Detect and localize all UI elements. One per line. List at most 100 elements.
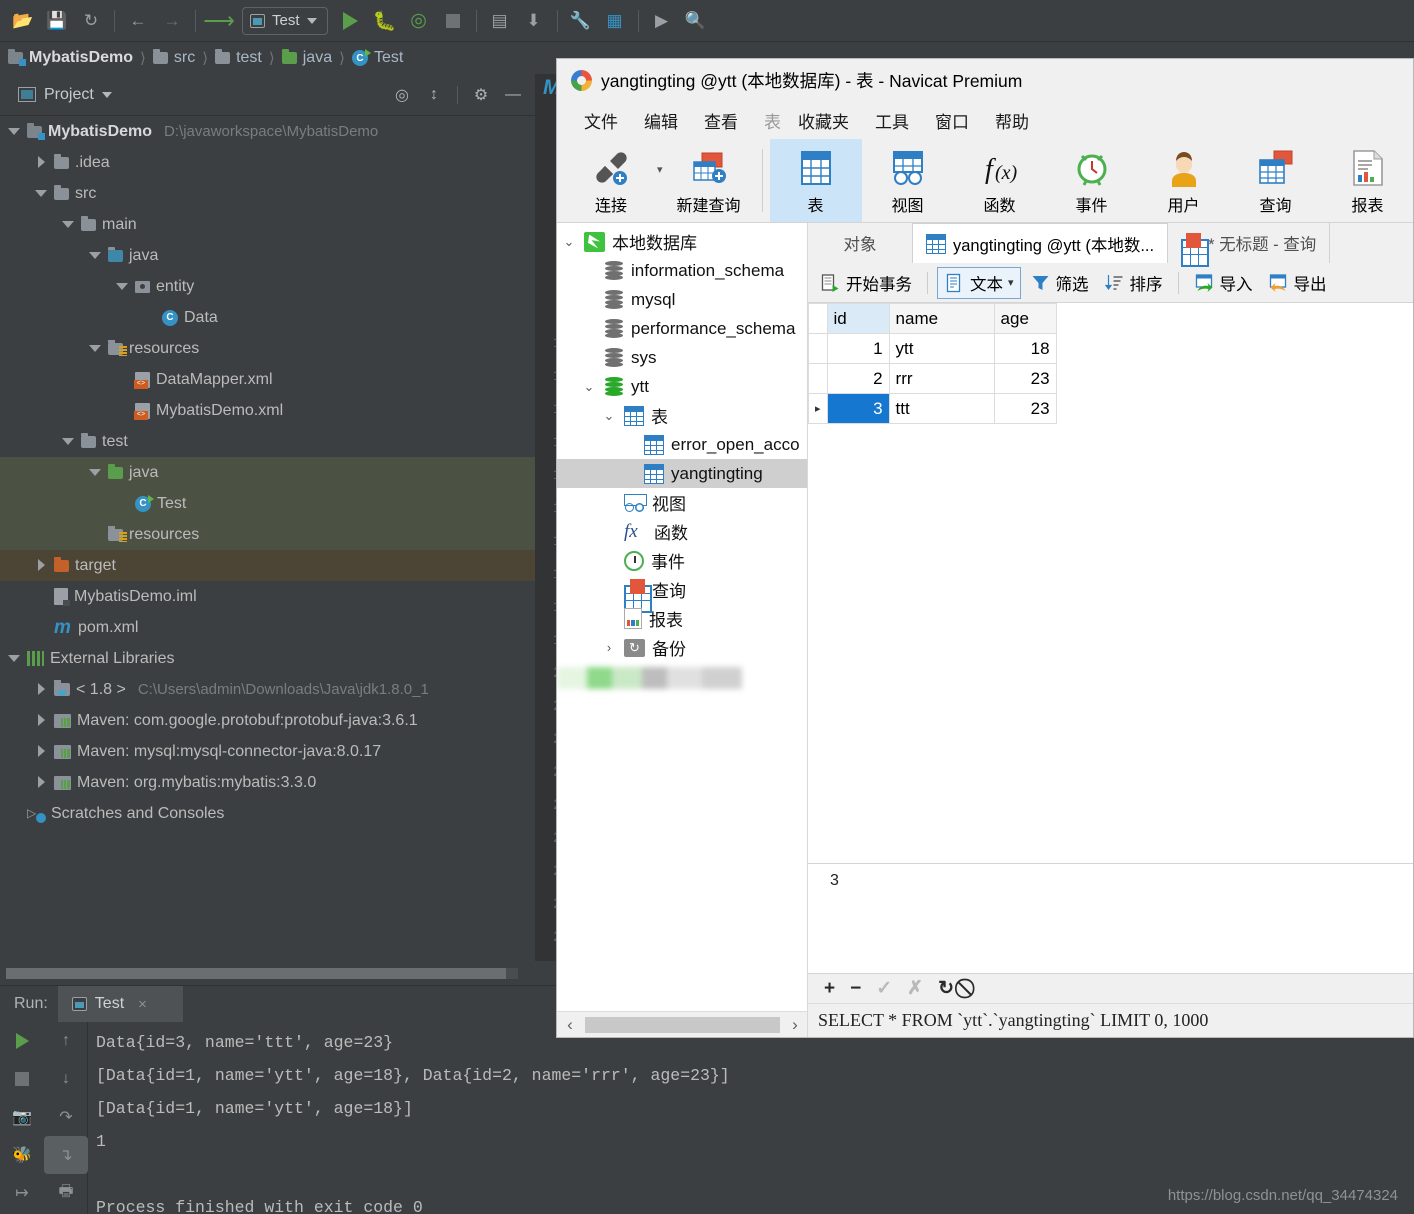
tree-node[interactable]: mpom.xml — [0, 612, 535, 643]
cell-name[interactable]: ytt — [889, 334, 994, 364]
tree-node[interactable]: External Libraries — [0, 643, 535, 674]
table-row[interactable]: 1ytt18 — [809, 334, 1057, 364]
menu-item[interactable]: 帮助 — [982, 108, 1042, 133]
data-grid-area[interactable]: idnameage1ytt182rrr23▸3ttt23 — [808, 303, 1413, 863]
navicat-database-tree-panel[interactable]: ⌄本地数据库information_schemamysqlperformance… — [557, 223, 808, 1037]
tab-objects[interactable]: 对象 — [808, 223, 913, 263]
soft-wrap-icon[interactable]: ↷ — [44, 1098, 88, 1136]
tree-node[interactable]: CTest — [0, 488, 535, 519]
tree-twisty-down-icon[interactable] — [89, 342, 102, 355]
navicat-menu-bar[interactable]: 文件编辑查看表收藏夹工具窗口帮助 — [557, 101, 1413, 139]
tree-node[interactable]: DataMapper.xml — [0, 364, 535, 395]
menu-item[interactable]: 查看 — [691, 108, 751, 133]
menu-item[interactable]: 窗口 — [922, 108, 982, 133]
tab-table-data[interactable]: yangtingting @ytt (本地数... — [913, 223, 1168, 263]
cancel-icon[interactable]: ✗ — [907, 977, 923, 1000]
text-button[interactable]: 文本 ▾ — [937, 267, 1021, 299]
settings-icon[interactable]: 🔧 — [564, 6, 598, 36]
search-icon[interactable]: 🔍 — [679, 6, 713, 36]
navicat-tab-bar[interactable]: 对象 yangtingting @ytt (本地数... * 无标题 - 查询 — [808, 223, 1413, 263]
column-header[interactable]: id — [827, 304, 889, 334]
breadcrumb-item-src[interactable]: src — [153, 49, 195, 67]
stop-icon[interactable] — [0, 1060, 44, 1098]
menu-item[interactable]: 文件 — [571, 108, 631, 133]
ribbon-button-function[interactable]: f(x)函数 — [954, 139, 1046, 222]
db-twisty-down-icon[interactable]: ⌄ — [581, 379, 597, 395]
cell-age[interactable]: 23 — [994, 364, 1056, 394]
run-icon[interactable] — [334, 6, 368, 36]
locate-icon[interactable]: ◎ — [388, 81, 416, 109]
table-row[interactable]: ▸3ttt23 — [809, 394, 1057, 424]
breadcrumb-item-java[interactable]: java — [282, 49, 332, 67]
project-structure-icon[interactable]: ▦ — [598, 6, 632, 36]
tree-node[interactable]: java — [0, 240, 535, 271]
hide-icon[interactable]: — — [499, 81, 527, 109]
record-navigation-bar[interactable]: + − ✓ ✗ ↻ ⃠ — [808, 973, 1413, 1003]
terminal-icon[interactable]: ▶ — [645, 6, 679, 36]
collapse-all-icon[interactable]: ↕ — [420, 81, 448, 109]
cell-id[interactable]: 3 — [827, 394, 889, 424]
breadcrumb-item-project[interactable]: MybatisDemo — [8, 49, 133, 67]
menu-item[interactable]: 表 — [751, 108, 785, 133]
tree-twisty-down-icon[interactable] — [62, 218, 75, 231]
open-icon[interactable]: 📂 — [6, 6, 40, 36]
sync-icon[interactable]: ↻ — [74, 6, 108, 36]
confirm-icon[interactable]: ✓ — [876, 977, 892, 1000]
tree-node[interactable]: resources — [0, 519, 535, 550]
tree-horizontal-scrollbar[interactable]: ‹ › — [557, 1011, 808, 1037]
db-tree-node[interactable]: 视图 — [557, 488, 807, 517]
table-row[interactable]: 2rrr23 — [809, 364, 1057, 394]
filter-button[interactable]: 筛选 — [1024, 268, 1095, 298]
tree-node[interactable]: entity — [0, 271, 535, 302]
tree-twisty-right-icon[interactable] — [35, 745, 48, 758]
db-tree-node[interactable]: mysql — [557, 285, 807, 314]
data-grid[interactable]: idnameage1ytt182rrr23▸3ttt23 — [808, 303, 1057, 424]
tree-node[interactable]: ▷Scratches and Consoles — [0, 798, 535, 829]
update-project-icon[interactable]: ⟶ — [202, 6, 236, 36]
scroll-up-icon[interactable]: ↑ — [44, 1022, 88, 1060]
navicat-ribbon-toolbar[interactable]: 连接▾新建查询表视图f(x)函数事件用户查询报表 — [557, 139, 1413, 223]
tree-twisty-right-icon[interactable] — [35, 683, 48, 696]
tree-twisty-down-icon[interactable] — [62, 435, 75, 448]
tree-node[interactable]: java — [0, 457, 535, 488]
build-module-icon[interactable]: ⬇ — [517, 6, 551, 36]
forward-icon[interactable]: → — [155, 6, 189, 36]
tree-twisty-down-icon[interactable] — [35, 187, 48, 200]
scroll-left-icon[interactable]: ‹ — [557, 1015, 583, 1035]
tree-twisty-right-icon[interactable] — [35, 156, 48, 169]
ribbon-button-user[interactable]: 用户 — [1138, 139, 1230, 222]
save-icon[interactable]: 💾 — [40, 6, 74, 36]
add-record-icon[interactable]: + — [824, 978, 835, 1000]
db-tree-node[interactable]: 事件 — [557, 546, 807, 575]
stop-icon[interactable] — [436, 6, 470, 36]
column-header[interactable]: age — [994, 304, 1056, 334]
delete-record-icon[interactable]: − — [850, 978, 861, 1000]
tree-node[interactable]: MybatisDemo.xml — [0, 395, 535, 426]
sort-button[interactable]: 排序 — [1098, 268, 1169, 298]
menu-item[interactable]: 编辑 — [631, 108, 691, 133]
db-tree-node[interactable]: fx函数 — [557, 517, 807, 546]
run-configuration-selector[interactable]: Test — [242, 7, 328, 35]
tree-node[interactable]: .idea — [0, 147, 535, 178]
db-tree-node[interactable]: 报表 — [557, 604, 807, 633]
gear-icon[interactable]: ⚙ — [467, 81, 495, 109]
tree-twisty-right-icon[interactable] — [35, 714, 48, 727]
db-twisty-down-icon[interactable]: ⌄ — [561, 234, 577, 250]
mute-breakpoints-icon[interactable]: 🐝 — [0, 1136, 44, 1174]
tree-node[interactable]: resources — [0, 333, 535, 364]
db-tree-node[interactable]: yangtingting — [557, 459, 807, 488]
run-tab-test[interactable]: Test × — [58, 986, 183, 1022]
tree-node[interactable]: target — [0, 550, 535, 581]
menu-item[interactable]: 收藏夹 — [785, 108, 862, 133]
breadcrumb-item-test[interactable]: test — [215, 49, 262, 67]
scroll-down-icon[interactable]: ↓ — [44, 1060, 88, 1098]
cell-id[interactable]: 1 — [827, 334, 889, 364]
db-tree-node[interactable]: ⌄ytt — [557, 372, 807, 401]
tab-query[interactable]: * 无标题 - 查询 — [1168, 223, 1330, 263]
db-tree-node[interactable]: ⌄表 — [557, 401, 807, 430]
breadcrumb-item-class[interactable]: C Test — [352, 49, 403, 67]
back-icon[interactable]: ← — [121, 6, 155, 36]
debug-icon[interactable]: 🐛 — [368, 6, 402, 36]
tree-twisty-down-icon[interactable] — [89, 249, 102, 262]
project-tree[interactable]: MybatisDemoD:\javaworkspace\MybatisDemo.… — [0, 116, 535, 961]
